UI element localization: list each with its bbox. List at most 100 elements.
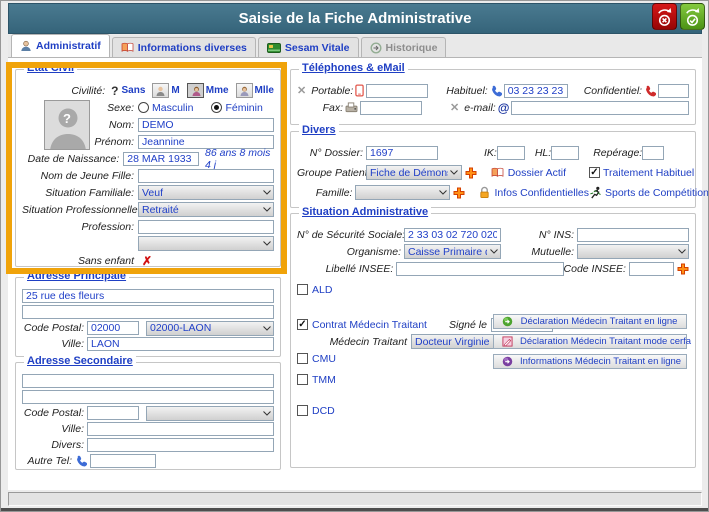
divers-heading[interactable]: Divers bbox=[299, 124, 339, 136]
adresse2-cp-ville-select[interactable] bbox=[146, 406, 274, 421]
nom-jeune-fille-row: Nom de Jeune Fille: bbox=[22, 167, 274, 184]
fax-field[interactable] bbox=[360, 101, 422, 115]
civilite-m-label[interactable]: M bbox=[171, 85, 179, 96]
ald-checkbox[interactable] bbox=[297, 284, 308, 295]
num-dossier-field[interactable] bbox=[366, 146, 438, 160]
cancel-icon bbox=[655, 6, 674, 28]
chevron-down-icon bbox=[448, 170, 461, 175]
add-icon[interactable] bbox=[453, 187, 465, 199]
lock-icon bbox=[479, 186, 490, 199]
habituel-field[interactable] bbox=[504, 84, 568, 98]
civilite-m-button[interactable] bbox=[152, 83, 169, 98]
fiche-administrative-window: Saisie de la Fiche Administrative Admini… bbox=[0, 0, 709, 512]
adresse2-ville-row: Ville: bbox=[22, 421, 274, 437]
declaration-en-ligne-button[interactable]: Déclaration Médecin Traitant en ligne bbox=[493, 314, 687, 329]
clear-icon[interactable]: ✕ bbox=[297, 84, 306, 97]
divers-label: Divers: bbox=[22, 439, 84, 451]
telephones-heading[interactable]: Téléphones & eMail bbox=[299, 62, 408, 74]
civilite-mme-button[interactable] bbox=[187, 83, 204, 98]
sports-competition-link[interactable]: Sports de Compétition bbox=[589, 186, 689, 199]
date-naissance-field[interactable] bbox=[123, 152, 199, 166]
contrat-medecin-label[interactable]: Contrat Médecin Traitant bbox=[312, 319, 427, 331]
email-field[interactable] bbox=[511, 101, 689, 115]
profession-category-row bbox=[22, 235, 274, 252]
civilite-mlle-button[interactable] bbox=[236, 83, 253, 98]
infos-confidentielles-link[interactable]: Infos Confidentielles bbox=[479, 186, 589, 199]
confidentiel-field[interactable] bbox=[658, 84, 689, 98]
etat-civil-heading[interactable]: Etat Civil bbox=[24, 62, 77, 74]
adresse1-ville-field[interactable] bbox=[87, 337, 274, 351]
civilite-sans-option[interactable]: Sans bbox=[122, 85, 146, 96]
cerfa-icon bbox=[494, 336, 520, 347]
nom-jeune-fille-label: Nom de Jeune Fille: bbox=[22, 170, 134, 182]
tmm-checkbox[interactable] bbox=[297, 374, 308, 385]
adresse2-ligne2-field[interactable] bbox=[22, 390, 274, 404]
traitement-habituel-checkbox[interactable] bbox=[589, 167, 600, 178]
clear-icon[interactable]: ✕ bbox=[450, 101, 459, 114]
adresse1-cp-ville-select[interactable]: 02000-LAON bbox=[146, 321, 274, 336]
dossier-row: N° Dossier: IK: HL: Repérage: bbox=[297, 144, 689, 161]
adresse-principale-heading[interactable]: Adresse Principale bbox=[24, 270, 129, 282]
cmu-checkbox[interactable] bbox=[297, 353, 308, 364]
nom-field[interactable] bbox=[138, 118, 274, 132]
contrat-medecin-checkbox[interactable] bbox=[297, 319, 308, 330]
portable-field[interactable] bbox=[366, 84, 428, 98]
adresse1-ligne1-field[interactable] bbox=[22, 289, 274, 303]
adresse-secondaire-heading[interactable]: Adresse Secondaire bbox=[24, 355, 136, 367]
tmm-label[interactable]: TMM bbox=[312, 374, 336, 386]
organisme-row: Organisme: Caisse Primaire d'Assur Mutue… bbox=[297, 243, 689, 260]
mutuelle-select[interactable] bbox=[577, 244, 689, 259]
sexe-masculin-radio[interactable] bbox=[138, 102, 149, 113]
adresse1-code-postal-field[interactable] bbox=[87, 321, 139, 335]
declaration-cerfa-button[interactable]: Déclaration Médecin Traitant mode cerfa bbox=[493, 334, 687, 349]
tab-informations-diverses[interactable]: Informations diverses bbox=[112, 37, 256, 57]
profession-category-select[interactable] bbox=[138, 236, 274, 251]
situation-administrative-heading[interactable]: Situation Administrative bbox=[299, 206, 431, 218]
validate-button[interactable] bbox=[680, 3, 705, 30]
hl-field[interactable] bbox=[551, 146, 579, 160]
reperage-label: Repérage: bbox=[593, 147, 642, 159]
civilite-mme-label[interactable]: Mme bbox=[206, 85, 229, 96]
sans-enfant-x-icon[interactable]: ✗ bbox=[142, 254, 152, 268]
informations-en-ligne-button[interactable]: Informations Médecin Traitant en ligne bbox=[493, 354, 687, 369]
traitement-habituel-toggle[interactable]: Traitement Habituel bbox=[589, 167, 689, 179]
add-icon[interactable] bbox=[465, 167, 477, 179]
num-ins-field[interactable] bbox=[577, 228, 689, 242]
groupe-patient-select[interactable]: Fiche de Démonstration bbox=[366, 165, 462, 180]
adresse2-divers-field[interactable] bbox=[87, 438, 274, 452]
tab-historique[interactable]: Historique bbox=[361, 37, 447, 57]
tab-administratif[interactable]: Administratif bbox=[11, 34, 110, 57]
ald-label[interactable]: ALD bbox=[312, 284, 332, 296]
dcd-label[interactable]: DCD bbox=[312, 405, 335, 417]
adresse2-code-postal-field[interactable] bbox=[87, 406, 139, 420]
sexe-feminin-label[interactable]: Féminin bbox=[225, 102, 262, 114]
sexe-feminin-radio[interactable] bbox=[211, 102, 222, 113]
situation-administrative-section: Situation Administrative N° de Sécurité … bbox=[290, 213, 696, 468]
libelle-insee-field[interactable] bbox=[396, 262, 563, 276]
code-insee-field[interactable] bbox=[629, 262, 674, 276]
cmu-label[interactable]: CMU bbox=[312, 353, 336, 365]
dcd-checkbox[interactable] bbox=[297, 405, 308, 416]
situation-professionnelle-select[interactable]: Retraité bbox=[138, 202, 274, 217]
situation-familiale-select[interactable]: Veuf bbox=[138, 185, 274, 200]
ik-field[interactable] bbox=[497, 146, 525, 160]
adresse1-ligne2-field[interactable] bbox=[22, 305, 274, 319]
num-secu-field[interactable] bbox=[404, 228, 501, 242]
avatar[interactable]: ? bbox=[44, 100, 90, 150]
reperage-field[interactable] bbox=[642, 146, 664, 160]
sexe-masculin-label[interactable]: Masculin bbox=[152, 102, 193, 114]
civilite-mlle-label[interactable]: Mlle bbox=[255, 85, 274, 96]
add-icon[interactable] bbox=[677, 263, 689, 275]
adresse2-ligne1-field[interactable] bbox=[22, 374, 274, 388]
chevron-down-icon bbox=[487, 249, 500, 254]
tab-sesam-vitale[interactable]: Sesam Vitale bbox=[258, 37, 359, 57]
at-icon: @ bbox=[498, 101, 510, 115]
cancel-button[interactable] bbox=[652, 3, 677, 30]
famille-select[interactable] bbox=[355, 185, 450, 200]
nom-jeune-fille-field[interactable] bbox=[138, 169, 274, 183]
organisme-select[interactable]: Caisse Primaire d'Assur bbox=[404, 244, 501, 259]
dossier-actif-link[interactable]: Dossier Actif bbox=[491, 167, 589, 179]
autre-tel-field[interactable] bbox=[90, 454, 156, 468]
adresse2-ville-field[interactable] bbox=[87, 422, 274, 436]
profession-field[interactable] bbox=[138, 220, 274, 234]
